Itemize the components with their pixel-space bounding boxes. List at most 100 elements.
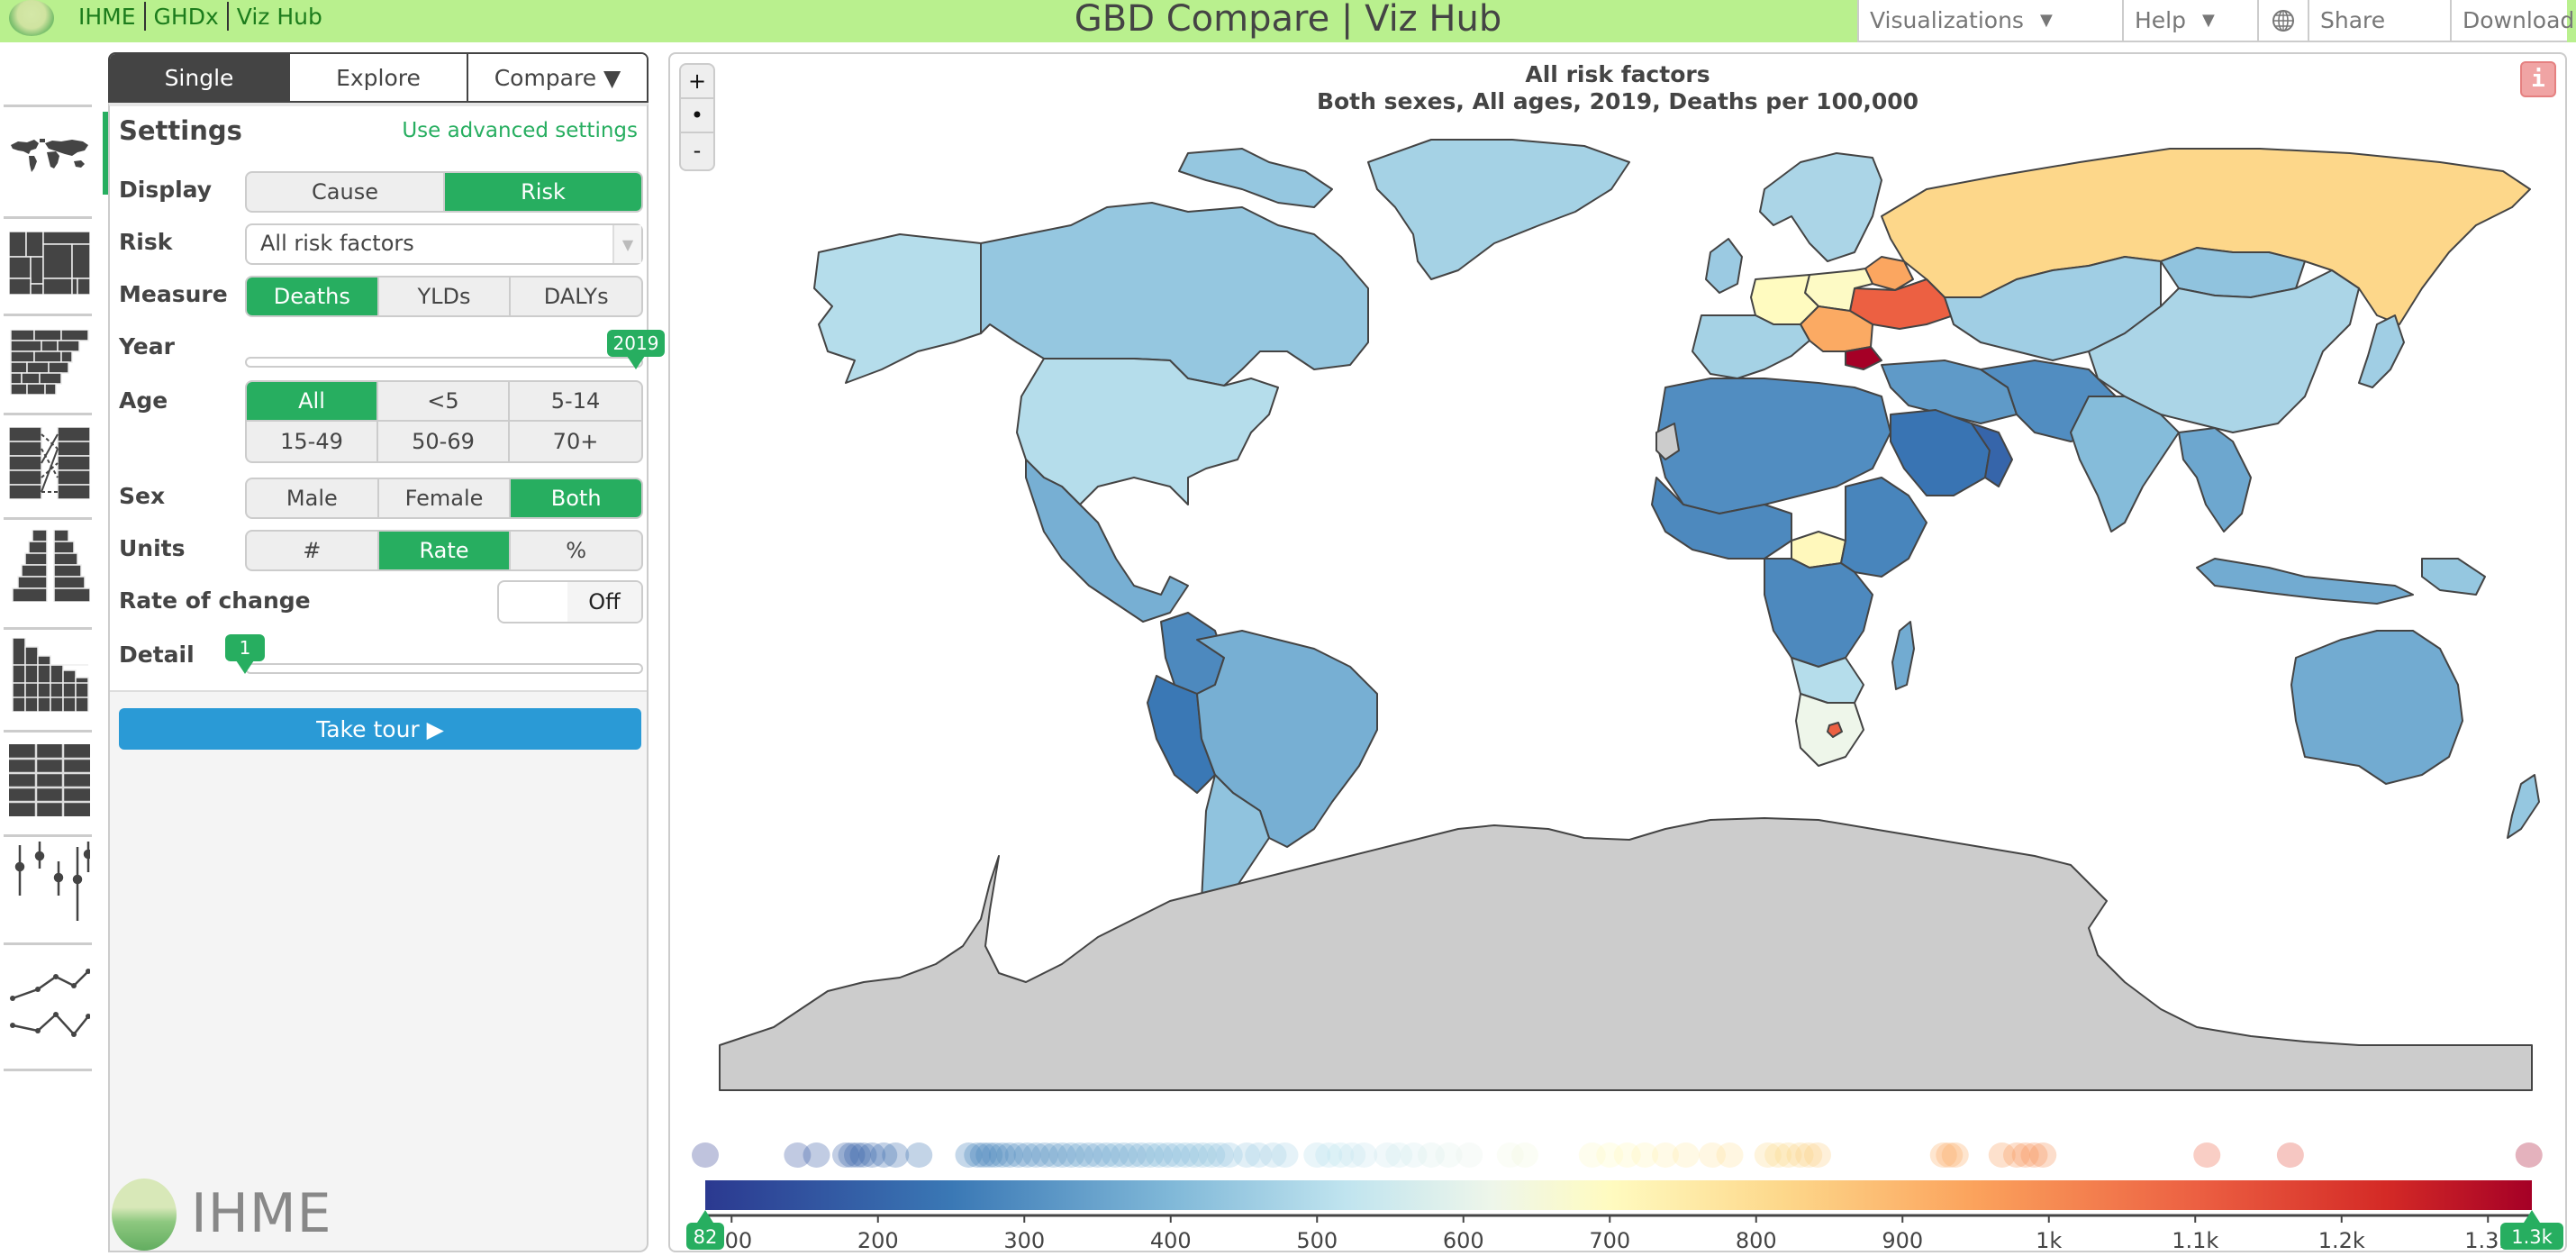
measure-dalys-option[interactable]: DALYs [511, 278, 641, 315]
rate-of-change-label: Rate of change [119, 587, 311, 614]
sex-female-option[interactable]: Female [379, 479, 512, 517]
world-map-icon [11, 139, 88, 172]
divider [4, 1069, 92, 1071]
divider [4, 216, 92, 219]
age-options: All <5 5-14 15-49 50-69 70+ [245, 380, 643, 463]
rail-item-stacked-bars[interactable] [0, 330, 99, 395]
age-50-69-option[interactable]: 50-69 [378, 422, 510, 461]
age-under5-option[interactable]: <5 [378, 382, 510, 422]
distribution-dot [1804, 1142, 1831, 1168]
legend-tick-label: 300 [1003, 1228, 1045, 1252]
distribution-dot [1511, 1142, 1538, 1168]
divider [4, 517, 92, 520]
age-70plus-option[interactable]: 70+ [510, 422, 641, 461]
legend-max-handle-label: 1.3k [2511, 1226, 2553, 1248]
risk-select[interactable]: All risk factors ▼ [245, 223, 643, 265]
legend-tick-label: 200 [857, 1228, 899, 1252]
rail-item-line-chart[interactable] [0, 955, 99, 1049]
help-menu[interactable]: Help ▼ [2122, 0, 2257, 41]
rail-item-pyramid[interactable] [0, 530, 99, 602]
download-label: Download [2463, 7, 2575, 33]
heatmap-grid-icon [9, 744, 90, 816]
legend-tick-label: 1k [2036, 1228, 2062, 1252]
legend-tick-label: 900 [1882, 1228, 1923, 1252]
treemap-icon [9, 232, 90, 295]
display-risk-option[interactable]: Risk [445, 173, 641, 211]
distribution-dot [2276, 1142, 2304, 1168]
tab-explore[interactable]: Explore [290, 54, 468, 101]
legend-color-bar [705, 1180, 2532, 1210]
rail-item-map[interactable] [0, 124, 99, 187]
top-nav: Visualizations ▼ Help ▼ Share Download [1857, 0, 2574, 42]
arrow-diagram-icon [9, 427, 90, 499]
tab-compare[interactable]: Compare ▼ [468, 54, 647, 101]
brand-links: IHME GHDx Viz Hub [70, 2, 331, 31]
map-title: All risk factors [1525, 61, 1710, 87]
rail-item-arrow-diagram[interactable] [0, 427, 99, 499]
rate-of-change-state: Off [567, 582, 641, 622]
mode-tabs: Single Explore Compare ▼ [108, 52, 649, 103]
detail-label: Detail [119, 642, 195, 668]
visualizations-menu[interactable]: Visualizations ▼ [1857, 0, 2122, 41]
measure-ylds-option[interactable]: YLDs [379, 278, 512, 315]
distribution-dot [2029, 1142, 2057, 1168]
help-label: Help [2135, 7, 2186, 33]
distribution-dot [1271, 1142, 1299, 1168]
units-rate-option[interactable]: Rate [378, 532, 512, 569]
rail-item-pattern[interactable] [0, 638, 99, 712]
uncertainty-intervals-icon [14, 842, 90, 921]
rail-item-uncertainty[interactable] [0, 842, 99, 923]
risk-label: Risk [119, 229, 173, 255]
age-all-option[interactable]: All [247, 382, 378, 422]
rate-of-change-toggle[interactable]: Off [497, 580, 643, 623]
ihme-footer-logo: IHME [110, 1177, 344, 1251]
zoom-out-button[interactable]: - [681, 133, 713, 168]
ihme-link[interactable]: IHME [70, 4, 144, 30]
units-percent-option[interactable]: % [511, 532, 641, 569]
year-slider[interactable] [245, 357, 643, 368]
detail-slider[interactable] [245, 663, 643, 674]
measure-toggle: Deaths YLDs DALYs [245, 276, 643, 317]
take-tour-button[interactable]: Take tour ▶ [119, 708, 641, 750]
ghdx-link[interactable]: GHDx [146, 4, 227, 30]
units-label: Units [119, 535, 186, 561]
legend-tick-label: 1.1k [2172, 1228, 2218, 1252]
sex-label: Sex [119, 483, 166, 509]
risk-select-value: All risk factors [260, 231, 414, 256]
distribution-dot [905, 1142, 933, 1168]
distribution-dot [1350, 1142, 1378, 1168]
measure-deaths-option[interactable]: Deaths [247, 278, 379, 315]
age-5-14-option[interactable]: 5-14 [510, 382, 641, 422]
language-button[interactable] [2257, 0, 2308, 41]
legend-tick-label: 400 [1150, 1228, 1192, 1252]
download-button[interactable]: Download [2450, 0, 2574, 41]
settings-title: Settings [119, 115, 242, 146]
rail-item-treemap[interactable] [0, 231, 99, 296]
detail-slider-handle[interactable]: 1 [225, 634, 265, 661]
ihme-logo-icon [112, 1179, 177, 1251]
display-cause-option[interactable]: Cause [247, 173, 445, 211]
tab-single[interactable]: Single [110, 54, 290, 101]
divider [4, 942, 92, 945]
year-slider-handle[interactable]: 2019 [607, 330, 665, 357]
advanced-settings-link[interactable]: Use advanced settings [402, 119, 638, 142]
visualizations-label: Visualizations [1870, 7, 2024, 33]
age-15-49-option[interactable]: 15-49 [247, 422, 378, 461]
divider [4, 105, 92, 107]
distribution-dot [2515, 1142, 2543, 1168]
distribution-dot [1941, 1142, 1969, 1168]
globe-icon [2272, 9, 2294, 32]
legend-tick-label: 700 [1589, 1228, 1630, 1252]
legend-tick-label: 800 [1736, 1228, 1777, 1252]
ihme-logo-icon[interactable] [9, 0, 54, 36]
units-count-option[interactable]: # [247, 532, 379, 569]
sex-both-option[interactable]: Both [511, 479, 641, 517]
sex-male-option[interactable]: Male [247, 479, 379, 517]
share-button[interactable]: Share [2308, 0, 2450, 41]
legend-tick-label: 600 [1443, 1228, 1484, 1252]
rail-item-heatmap[interactable] [0, 744, 99, 816]
age-label: Age [119, 387, 168, 414]
viz-hub-link[interactable]: Viz Hub [229, 4, 331, 30]
distribution-dot [1456, 1142, 1483, 1168]
info-icon[interactable]: i [2520, 61, 2556, 97]
